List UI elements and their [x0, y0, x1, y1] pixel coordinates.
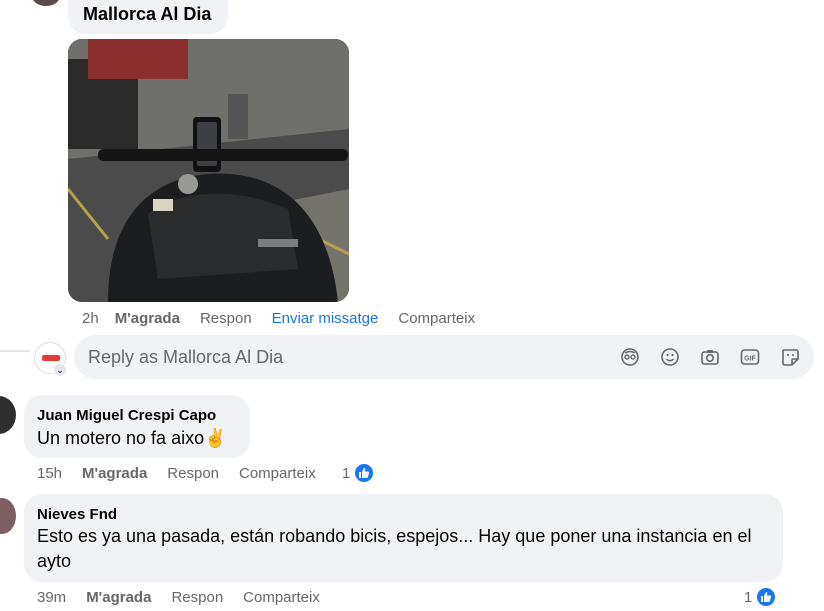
comment-author[interactable]: Juan Miguel Crespi Capo: [37, 407, 216, 424]
comment-time[interactable]: 2h: [82, 310, 99, 327]
share-button[interactable]: Comparteix: [398, 310, 475, 327]
thumbs-up-icon: [353, 462, 376, 484]
camera-icon[interactable]: [700, 347, 720, 367]
comment-text-body: Un motero no fa aixo: [37, 428, 205, 448]
page-avatar-switcher[interactable]: ⌄: [34, 342, 67, 377]
reply-button[interactable]: Respon: [171, 589, 223, 606]
comment-actions: 15h M'agrada Respon Comparteix: [37, 465, 316, 482]
gif-icon[interactable]: GIF: [740, 347, 760, 367]
comment-time[interactable]: 15h: [37, 465, 62, 482]
comment-text: Un motero no fa aixo✌: [37, 426, 227, 451]
comment-author[interactable]: Nieves Fnd: [37, 506, 117, 523]
share-button[interactable]: Comparteix: [243, 589, 320, 606]
like-button[interactable]: M'agrada: [86, 589, 151, 606]
like-button[interactable]: M'agrada: [82, 465, 147, 482]
page-logo: [42, 355, 60, 361]
reaction-count[interactable]: 1: [744, 586, 778, 608]
comment-text: Mallorca Al Dia: [83, 4, 212, 24]
comment-actions: 39m M'agrada Respon Comparteix: [37, 589, 320, 606]
reaction-count-number: 1: [744, 588, 753, 606]
comment-bubble: Nieves Fnd Esto es ya una pasada, están …: [24, 494, 783, 582]
comment-actions: 2h M'agrada Respon Enviar missatge Compa…: [82, 310, 475, 327]
reply-button[interactable]: Respon: [200, 310, 252, 327]
emoji-icon[interactable]: [660, 347, 680, 367]
thread-connector: [0, 350, 30, 352]
reply-input-container: GIF: [74, 335, 814, 379]
comment-bubble: Mallorca Al Dia: [68, 0, 228, 34]
comment-text-line-2: ayto: [37, 551, 72, 571]
commenter-avatar[interactable]: [0, 498, 16, 534]
commenter-avatar[interactable]: [0, 396, 16, 434]
thumbs-up-icon: [755, 586, 778, 608]
reaction-count-number: 1: [342, 464, 351, 482]
comment-bubble: Juan Miguel Crespi Capo Un motero no fa …: [24, 395, 250, 458]
comment-time[interactable]: 39m: [37, 589, 66, 606]
send-message-button[interactable]: Enviar missatge: [272, 310, 379, 327]
chevron-down-icon: ⌄: [53, 363, 67, 377]
reply-composer: ⌄ GIF: [0, 330, 824, 384]
svg-text:GIF: GIF: [744, 356, 756, 363]
motorcycle-photo: [68, 39, 349, 302]
reaction-count[interactable]: 1: [342, 462, 376, 484]
like-button[interactable]: M'agrada: [115, 310, 180, 327]
sticker-icon[interactable]: [780, 347, 800, 367]
share-button[interactable]: Comparteix: [239, 465, 316, 482]
victory-hand-emoji: ✌: [204, 428, 227, 448]
comment-photo[interactable]: [68, 39, 349, 302]
avatar-sticker-icon[interactable]: [620, 347, 640, 367]
reply-input[interactable]: [88, 335, 608, 379]
reply-button[interactable]: Respon: [167, 465, 219, 482]
comment-text-line-1: Esto es ya una pasada, están robando bic…: [37, 526, 752, 546]
commenter-avatar[interactable]: [32, 0, 60, 6]
